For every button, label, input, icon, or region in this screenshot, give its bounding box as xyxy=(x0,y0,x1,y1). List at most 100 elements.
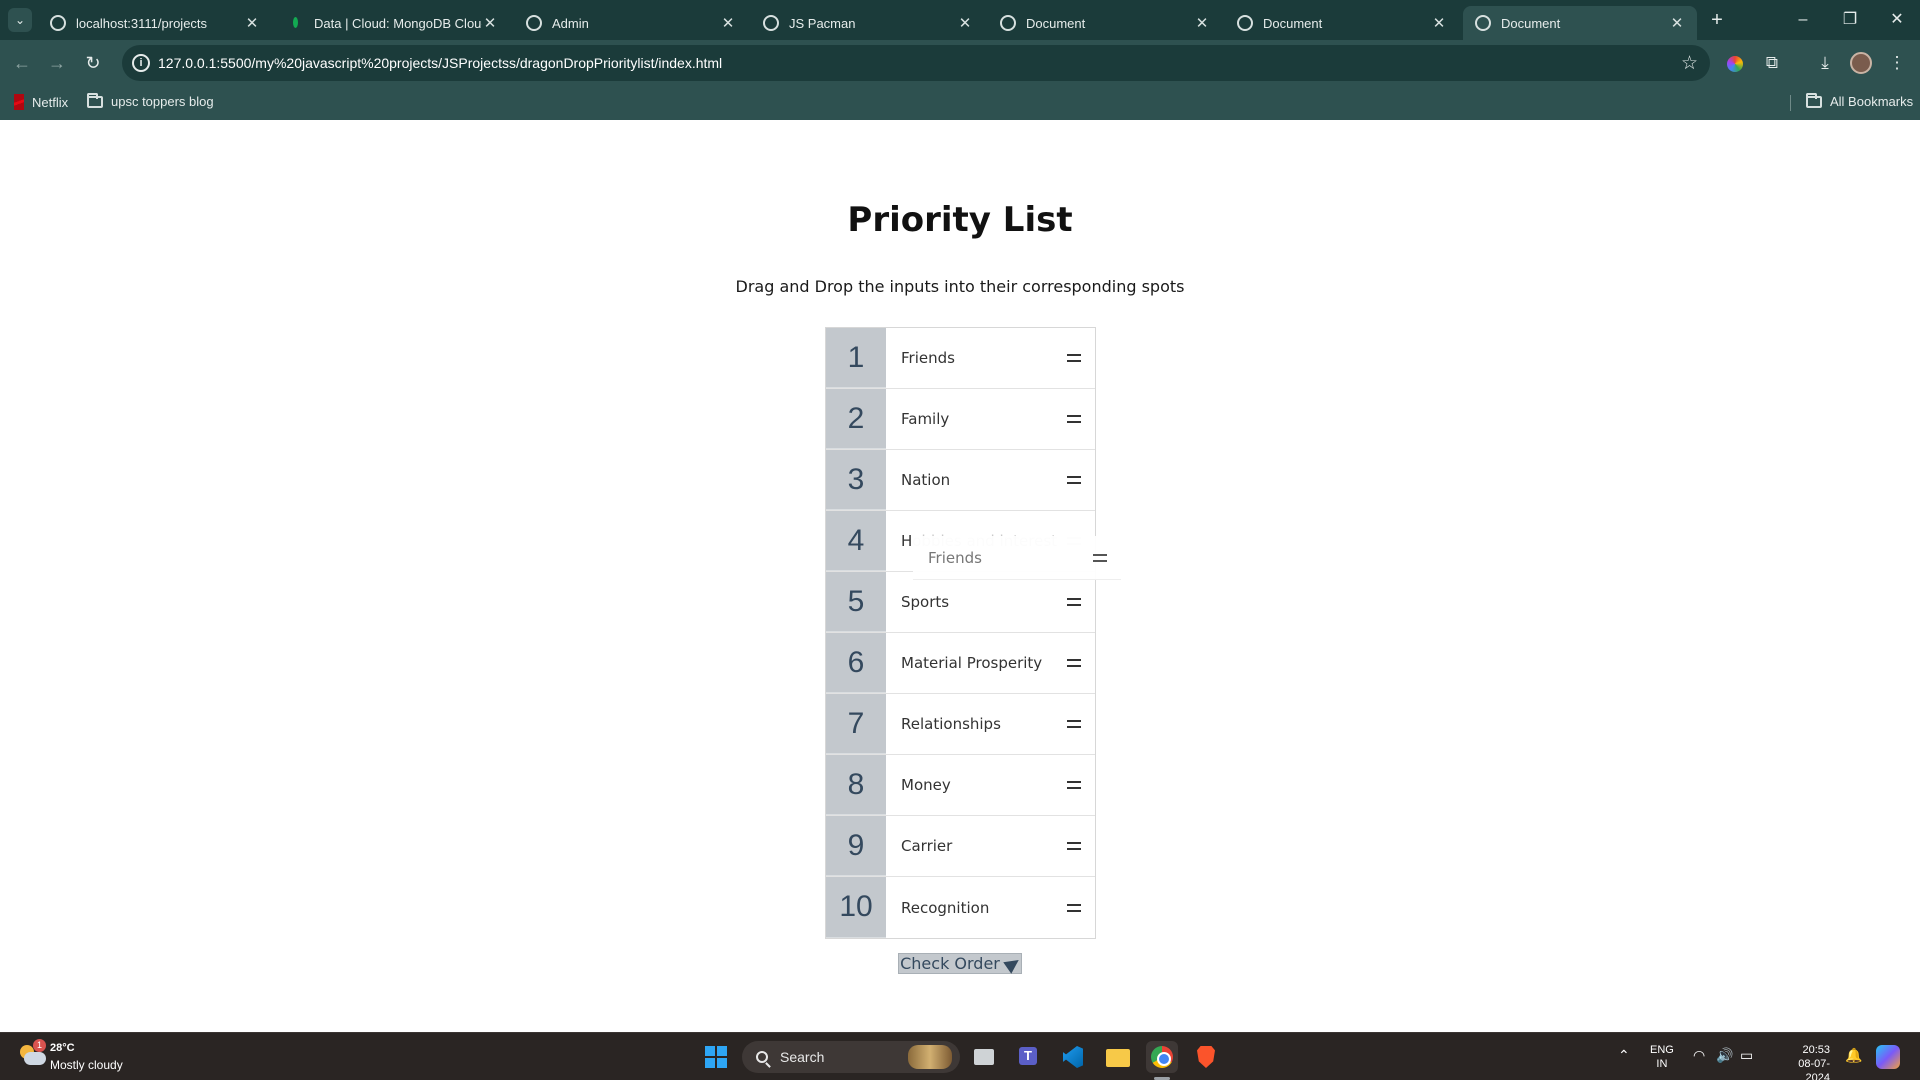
profile-avatar[interactable] xyxy=(1850,52,1872,74)
tab-title: Document xyxy=(1501,15,1561,31)
extensions-puzzle-icon[interactable]: ⧉ xyxy=(1759,50,1785,76)
drag-handle-icon[interactable] xyxy=(1067,720,1081,728)
search-highlight-image xyxy=(908,1045,952,1069)
window-close-icon[interactable]: ✕ xyxy=(1874,6,1920,34)
drag-ghost-item[interactable]: Friends xyxy=(913,536,1121,580)
brave-icon[interactable] xyxy=(1190,1041,1222,1073)
bookmark-star-icon[interactable]: ☆ xyxy=(1681,52,1698,75)
restore-icon[interactable]: ❐ xyxy=(1827,6,1873,34)
tab-document-1[interactable]: Document ✕ xyxy=(988,6,1222,40)
close-icon[interactable]: ✕ xyxy=(720,14,736,32)
item-label: Family xyxy=(901,410,950,428)
close-icon[interactable]: ✕ xyxy=(957,14,973,32)
vscode-icon[interactable] xyxy=(1057,1041,1089,1073)
drag-handle-icon[interactable] xyxy=(1067,842,1081,850)
notification-bell-icon[interactable]: 🔔 xyxy=(1845,1047,1862,1064)
weather-badge: 1 xyxy=(33,1039,46,1052)
close-icon[interactable]: ✕ xyxy=(1194,14,1210,32)
system-clock[interactable]: 20:53 08-07-2024 xyxy=(1774,1043,1830,1085)
drag-handle-icon[interactable] xyxy=(1067,415,1081,423)
chevron-up-icon[interactable]: ⌃ xyxy=(1618,1047,1630,1064)
wifi-icon[interactable]: ◠ xyxy=(1693,1047,1705,1064)
bookmark-label: upsc toppers blog xyxy=(111,94,214,109)
draggable-item[interactable]: Sports xyxy=(886,572,1095,632)
copilot-icon[interactable] xyxy=(1876,1045,1900,1069)
draggable-item[interactable]: Material Prosperity xyxy=(886,633,1095,693)
draggable-item[interactable]: Nation xyxy=(886,450,1095,510)
drag-handle-icon[interactable] xyxy=(1067,476,1081,484)
close-icon[interactable]: ✕ xyxy=(1669,14,1685,32)
list-item: 8 Money xyxy=(826,755,1095,816)
tab-js-pacman[interactable]: JS Pacman ✕ xyxy=(751,6,985,40)
reload-icon[interactable]: ↻ xyxy=(80,50,106,76)
list-item: 3 Nation xyxy=(826,450,1095,511)
all-bookmarks[interactable]: All Bookmarks xyxy=(1806,92,1913,109)
tab-search-dropdown-icon[interactable]: ⌄ xyxy=(8,8,32,32)
tab-title: JS Pacman xyxy=(789,15,856,31)
tab-document-active[interactable]: Document ✕ xyxy=(1463,6,1697,40)
draggable-item[interactable]: Money xyxy=(886,755,1095,815)
file-explorer-icon[interactable] xyxy=(1102,1041,1134,1073)
globe-icon xyxy=(1237,15,1253,31)
bookmarks-bar: Netflix upsc toppers blog All Bookmarks xyxy=(0,86,1920,120)
weather-temperature[interactable]: 28°C xyxy=(50,1042,75,1054)
folder-icon xyxy=(1806,92,1822,108)
search-icon xyxy=(756,1051,768,1063)
minimize-icon[interactable]: – xyxy=(1780,6,1826,34)
taskbar-search[interactable]: Search xyxy=(742,1041,960,1073)
drag-handle-icon xyxy=(1093,553,1107,562)
teams-icon[interactable] xyxy=(1012,1041,1044,1073)
list-item: 10 Recognition xyxy=(826,877,1095,938)
chrome-icon[interactable] xyxy=(1146,1041,1178,1073)
drag-handle-icon[interactable] xyxy=(1067,598,1081,606)
item-label: Recognition xyxy=(901,898,990,917)
check-order-button[interactable]: Check Order xyxy=(898,953,1023,974)
tab-admin[interactable]: Admin ✕ xyxy=(514,6,748,40)
drag-handle-icon[interactable] xyxy=(1067,903,1081,912)
draggable-item[interactable]: Family xyxy=(886,389,1095,449)
tab-mongodb-cloud[interactable]: Data | Cloud: MongoDB Cloud ✕ xyxy=(276,6,510,40)
menu-kebab-icon[interactable]: ⋮ xyxy=(1884,50,1910,76)
item-label: Sports xyxy=(901,593,950,611)
priority-list: 1 Friends 2 Family 3 Nation 4 Hobbies an… xyxy=(825,327,1096,939)
list-item: 7 Relationships xyxy=(826,694,1095,755)
close-icon[interactable]: ✕ xyxy=(482,14,498,32)
draggable-item[interactable]: Friends xyxy=(886,328,1095,388)
globe-icon xyxy=(50,15,66,31)
download-icon[interactable]: ⤓ xyxy=(1812,50,1838,76)
battery-icon[interactable]: ▭ xyxy=(1740,1047,1753,1064)
task-view-icon[interactable] xyxy=(968,1041,1000,1073)
volume-icon[interactable]: 🔊 xyxy=(1716,1047,1733,1064)
language-code: ENG xyxy=(1650,1044,1674,1056)
drag-handle-icon[interactable] xyxy=(1067,354,1081,362)
new-tab-icon[interactable]: + xyxy=(1705,8,1729,32)
drag-handle-icon[interactable] xyxy=(1067,781,1081,789)
tab-document-2[interactable]: Document ✕ xyxy=(1225,6,1459,40)
back-icon[interactable]: ← xyxy=(9,50,35,76)
globe-icon xyxy=(1000,15,1016,31)
bookmark-label: Netflix xyxy=(32,94,69,110)
language-indicator[interactable]: ENG IN xyxy=(1650,1043,1674,1071)
windows-start-icon[interactable] xyxy=(705,1046,727,1068)
browser-toolbar: ← → ↻ i 127.0.0.1:5500/my%20javascript%2… xyxy=(0,40,1920,86)
url-text[interactable]: 127.0.0.1:5500/my%20javascript%20project… xyxy=(158,55,722,71)
globe-icon xyxy=(763,15,779,31)
draggable-item[interactable]: Carrier xyxy=(886,816,1095,876)
tab-localhost-projects[interactable]: localhost:3111/projects ✕ xyxy=(38,6,272,40)
draggable-item[interactable]: Recognition xyxy=(886,877,1095,938)
site-info-icon[interactable]: i xyxy=(132,54,150,72)
bookmark-netflix[interactable]: Netflix xyxy=(14,94,68,110)
rank-number: 3 xyxy=(826,450,886,510)
bookmark-upsc-toppers-blog[interactable]: upsc toppers blog xyxy=(87,92,214,109)
draggable-item[interactable]: Relationships xyxy=(886,694,1095,754)
close-icon[interactable]: ✕ xyxy=(1431,14,1447,32)
tab-title: Document xyxy=(1026,15,1086,31)
address-bar[interactable]: i 127.0.0.1:5500/my%20javascript%20proje… xyxy=(122,45,1710,81)
close-icon[interactable]: ✕ xyxy=(244,14,260,32)
weather-description[interactable]: Mostly cloudy xyxy=(50,1058,123,1072)
drag-handle-icon[interactable] xyxy=(1067,659,1081,667)
forward-icon[interactable]: → xyxy=(44,50,70,76)
extension-color-icon[interactable] xyxy=(1727,56,1743,72)
rank-number: 5 xyxy=(826,572,886,632)
clock-date: 08-07-2024 xyxy=(1798,1058,1830,1084)
